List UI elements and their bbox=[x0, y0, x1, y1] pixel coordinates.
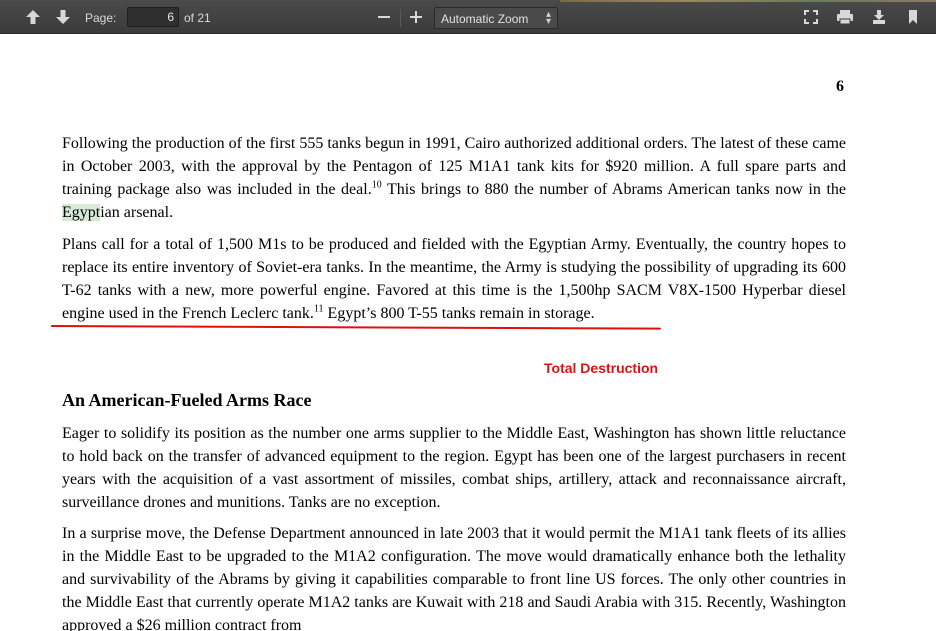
document-viewer: 6 Following the production of the first … bbox=[0, 34, 936, 631]
zoom-select-value: Automatic Zoom bbox=[441, 12, 529, 26]
bookmark-icon bbox=[909, 10, 917, 24]
pdf-toolbar: Page: of 21 Automatic Zoom ▴▾ bbox=[0, 0, 936, 34]
print-button[interactable] bbox=[834, 7, 856, 27]
paragraph-3: Eager to solidify its position as the nu… bbox=[62, 425, 846, 511]
print-icon bbox=[837, 10, 853, 25]
page-label: Page: bbox=[85, 11, 117, 25]
paragraph-2: Plans call for a total of 1,500 M1s to b… bbox=[62, 233, 846, 325]
paragraph-2-text-b: Egypt’s 800 T-55 tanks remain in storage… bbox=[323, 305, 595, 322]
section-heading: An American-Fueled Arms Race bbox=[62, 390, 312, 410]
zoom-in-icon bbox=[410, 11, 422, 23]
page-number-input[interactable] bbox=[127, 7, 179, 27]
footnote-ref-10[interactable]: 10 bbox=[372, 180, 382, 191]
annotation-text: Total Destruction bbox=[544, 360, 659, 376]
previous-page-button[interactable] bbox=[22, 7, 44, 27]
zoom-in-button[interactable] bbox=[405, 7, 427, 27]
search-highlight: Egypt bbox=[62, 204, 101, 221]
presentation-mode-button[interactable] bbox=[800, 7, 822, 27]
page-number: 6 bbox=[836, 78, 844, 95]
paragraph-1-text-b: This brings to 880 the number of Abrams … bbox=[381, 181, 847, 198]
paragraph-1: Following the production of the first 55… bbox=[62, 132, 846, 224]
paragraph-4: In a surprise move, the Defense Departme… bbox=[62, 525, 846, 631]
zoom-out-button[interactable] bbox=[373, 7, 395, 27]
arrow-up-icon bbox=[26, 10, 40, 24]
download-icon bbox=[873, 10, 885, 24]
red-underline-annotation bbox=[50, 325, 661, 330]
bookmark-button[interactable] bbox=[902, 7, 924, 27]
download-button[interactable] bbox=[868, 7, 890, 27]
chevron-updown-icon: ▴ ▾ bbox=[545, 9, 551, 27]
window-edge-strip bbox=[560, 0, 936, 2]
fullscreen-icon bbox=[804, 10, 818, 24]
arrow-down-icon bbox=[56, 10, 70, 24]
toolbar-separator bbox=[400, 9, 401, 27]
next-page-button[interactable] bbox=[52, 7, 74, 27]
footnote-ref-11[interactable]: 11 bbox=[314, 304, 324, 315]
paragraph-1-text-c: ian arsenal. bbox=[100, 204, 174, 221]
zoom-out-icon bbox=[378, 16, 390, 18]
zoom-select[interactable]: Automatic Zoom ▴ ▾ bbox=[434, 7, 558, 29]
page-total: of 21 bbox=[184, 11, 211, 25]
